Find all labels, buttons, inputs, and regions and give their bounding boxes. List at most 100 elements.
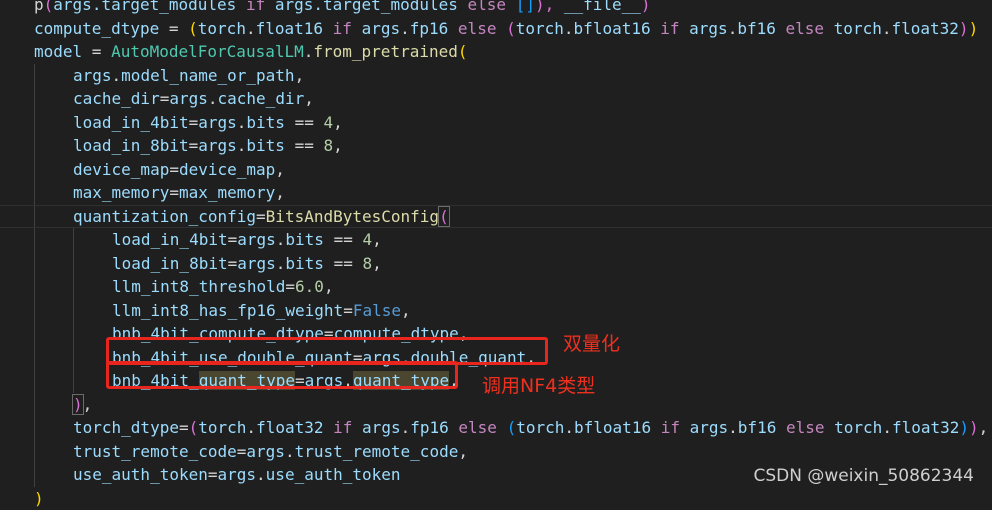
- code-token: .: [400, 19, 410, 38]
- code-token: AutoModelForCausalLM: [111, 42, 304, 61]
- code-line[interactable]: trust_remote_code=args.trust_remote_code…: [0, 440, 992, 464]
- code-token: ,: [333, 136, 343, 155]
- code-token: [680, 19, 690, 38]
- code-line[interactable]: cache_dir=args.cache_dir,: [0, 87, 992, 111]
- code-token: args.target_modules: [53, 0, 236, 14]
- quant-type-highlight-box: [106, 361, 458, 389]
- code-token: load_in_8bit: [112, 254, 228, 273]
- code-line[interactable]: load_in_4bit=args.bits == 4,: [0, 228, 992, 252]
- code-token: float32: [256, 418, 323, 437]
- code-token: cache_dir: [73, 89, 160, 108]
- code-line[interactable]: model = AutoModelForCausalLM.from_pretra…: [0, 40, 992, 64]
- code-line[interactable]: load_in_8bit=args.bits == 8,: [0, 252, 992, 276]
- code-token: [506, 0, 516, 14]
- code-token: args: [237, 254, 276, 273]
- code-token: bits: [285, 254, 324, 273]
- code-line[interactable]: max_memory=max_memory,: [0, 181, 992, 205]
- code-line[interactable]: p(args.target_modules if args.target_mod…: [0, 0, 992, 17]
- code-line[interactable]: llm_int8_threshold=6.0,: [0, 275, 992, 299]
- code-token: =: [179, 418, 189, 437]
- indent-guide: [34, 111, 35, 135]
- code-token: args: [689, 19, 728, 38]
- code-token: use_auth_token: [73, 465, 208, 484]
- code-token: [323, 19, 333, 38]
- code-token: load_in_4bit: [73, 113, 189, 132]
- watermark: CSDN @weixin_50862344: [753, 466, 974, 486]
- code-token: .: [401, 418, 411, 437]
- code-token: .: [246, 19, 256, 38]
- code-token: load_in_8bit: [73, 136, 189, 155]
- code-token: args: [362, 19, 401, 38]
- code-token: p: [34, 0, 44, 14]
- code-editor[interactable]: p(args.target_modules if args.target_mod…: [0, 0, 992, 510]
- code-token: (: [506, 19, 516, 38]
- code-line[interactable]: load_in_8bit=args.bits == 8,: [0, 134, 992, 158]
- code-line[interactable]: load_in_4bit=args.bits == 4,: [0, 111, 992, 135]
- code-token: 4: [362, 230, 372, 249]
- code-token: [825, 418, 835, 437]
- indent-guide: [34, 416, 35, 440]
- code-line[interactable]: llm_int8_has_fp16_weight=False,: [0, 299, 992, 323]
- code-token: bits: [246, 136, 285, 155]
- indent-guide: [34, 181, 35, 205]
- code-token: ,: [324, 277, 334, 296]
- code-token: =: [228, 254, 238, 273]
- indent-guide: [73, 275, 74, 299]
- code-token: ,: [372, 230, 382, 249]
- code-line[interactable]: device_map=device_map,: [0, 158, 992, 182]
- code-token: compute_dtype: [34, 19, 159, 38]
- code-token: float32: [892, 418, 959, 437]
- code-line[interactable]: ): [0, 487, 992, 510]
- code-token: [236, 0, 246, 14]
- code-token: ,: [979, 418, 989, 437]
- code-token: .: [256, 465, 266, 484]
- code-line[interactable]: torch_dtype=(torch.float32 if args.fp16 …: [0, 416, 992, 440]
- code-token: args: [237, 230, 276, 249]
- code-token: =: [285, 277, 295, 296]
- indent-guide: [34, 299, 35, 323]
- code-token: .: [564, 19, 574, 38]
- code-line[interactable]: compute_dtype = (torch.float16 if args.f…: [0, 17, 992, 41]
- code-token: max_memory: [73, 183, 169, 202]
- indent-guide: [34, 205, 35, 229]
- code-token: BitsAndBytesConfig: [266, 207, 439, 226]
- code-token: ,: [401, 301, 411, 320]
- code-token: torch_dtype: [73, 418, 179, 437]
- code-token: =: [256, 207, 266, 226]
- code-token: =: [237, 442, 247, 461]
- indent-guide: [73, 322, 74, 346]
- code-token: bf16: [738, 418, 777, 437]
- code-token: [680, 418, 690, 437]
- code-token: if: [660, 19, 679, 38]
- code-line[interactable]: quantization_config=BitsAndBytesConfig(: [0, 205, 992, 229]
- code-token: =: [82, 42, 111, 61]
- code-token: __file__: [564, 0, 641, 14]
- code-token: if: [661, 418, 680, 437]
- indent-guide: [73, 346, 74, 370]
- code-token: else: [786, 418, 825, 437]
- code-token: ,: [458, 442, 468, 461]
- code-token: float32: [891, 19, 958, 38]
- code-token: ): [641, 0, 651, 14]
- code-token: else: [458, 19, 497, 38]
- code-token: fp16: [410, 418, 449, 437]
- code-token: quantization_config: [73, 207, 256, 226]
- code-token: bfloat16: [574, 19, 651, 38]
- code-token: args: [198, 136, 237, 155]
- code-token: torch: [834, 418, 882, 437]
- code-token: [352, 418, 362, 437]
- code-token: (: [189, 418, 199, 437]
- code-token: =: [208, 465, 218, 484]
- code-token: [651, 19, 661, 38]
- code-token: else: [458, 418, 497, 437]
- indent-guide: [34, 158, 35, 182]
- code-line[interactable]: args.model_name_or_path,: [0, 64, 992, 88]
- indent-guide: [34, 322, 35, 346]
- code-token: [497, 418, 507, 437]
- code-token: ): [959, 19, 969, 38]
- code-token: []: [516, 0, 535, 14]
- code-token: llm_int8_threshold: [112, 277, 285, 296]
- code-token: llm_int8_has_fp16_weight: [112, 301, 343, 320]
- indent-guide: [34, 346, 35, 370]
- code-token: 6.0: [295, 277, 324, 296]
